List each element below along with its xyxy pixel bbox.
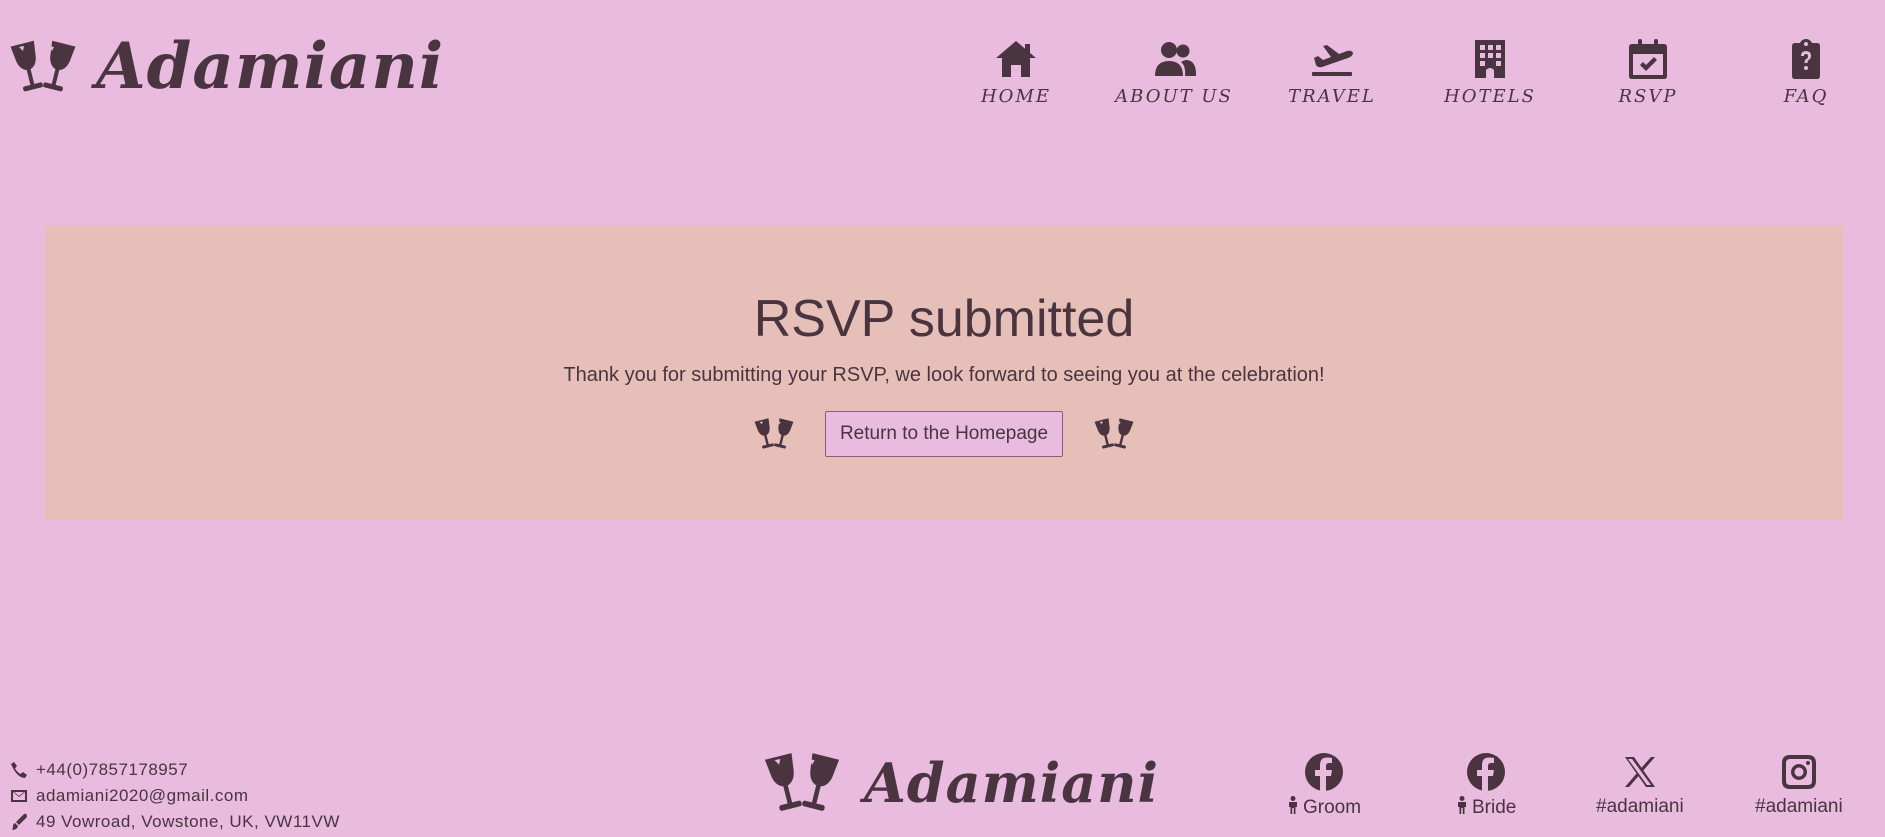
home-icon	[994, 38, 1038, 80]
nav-item-about-us[interactable]: ABOUT US	[1095, 38, 1253, 107]
social-label: Bride	[1472, 797, 1517, 818]
page-title: RSVP submitted	[753, 290, 1135, 348]
nav-label: ABOUT US	[1115, 86, 1233, 107]
clipboard-question-icon	[1784, 38, 1828, 80]
nav-label: RSVP	[1618, 86, 1678, 107]
facebook-icon	[1466, 752, 1506, 792]
contact-email: adamiani2020@gmail.com	[10, 783, 340, 809]
nav-item-travel[interactable]: TRAVEL	[1253, 38, 1411, 107]
bride-facebook-link[interactable]: Bride	[1456, 752, 1516, 820]
nav-label: HOME	[980, 86, 1052, 107]
nav-label: HOTELS	[1444, 86, 1536, 107]
phone-text[interactable]: +44(0)7857178957	[36, 760, 188, 780]
calendar-check-icon	[1626, 38, 1670, 80]
button-row: Return to the Homepage	[45, 411, 1843, 457]
champagne-glasses-icon	[8, 32, 78, 102]
instagram-link[interactable]: #adamiani	[1755, 752, 1843, 818]
confirmation-message: Thank you for submitting your RSVP, we l…	[563, 364, 1325, 386]
social-label: #adamiani	[1755, 796, 1843, 817]
champagne-glasses-icon	[1093, 414, 1135, 454]
nav-label: FAQ	[1783, 86, 1829, 107]
social-label: #adamiani	[1596, 796, 1684, 817]
nav-item-rsvp[interactable]: RSVP	[1569, 38, 1727, 107]
email-text[interactable]: adamiani2020@gmail.com	[36, 786, 249, 806]
brush-icon	[10, 813, 36, 831]
nav-item-hotels[interactable]: HOTELS	[1411, 38, 1569, 107]
person-icon	[1287, 796, 1303, 820]
main-nav: HOME ABOUT US TRAVEL HOTELS RSVP FAQ	[937, 38, 1885, 107]
return-home-button[interactable]: Return to the Homepage	[824, 411, 1064, 457]
x-link[interactable]: #adamiani	[1596, 752, 1684, 818]
address-text: 49 Vowroad, Vowstone, UK, VW11VW	[36, 812, 340, 831]
phone-icon	[10, 761, 36, 779]
contact-phone: +44(0)7857178957	[10, 757, 340, 783]
x-icon	[1620, 752, 1660, 792]
nav-item-home[interactable]: HOME	[937, 38, 1095, 107]
rsvp-confirmation-panel: RSVP submitted Thank you for submitting …	[45, 225, 1843, 520]
envelope-icon	[10, 787, 36, 805]
contact-info: +44(0)7857178957 adamiani2020@gmail.com …	[10, 757, 340, 835]
social-label: Groom	[1303, 797, 1362, 818]
person-icon	[1456, 796, 1472, 820]
site-logo[interactable]: Adamiani	[8, 32, 444, 102]
users-icon	[1152, 38, 1196, 80]
champagne-glasses-icon	[762, 748, 842, 818]
instagram-icon	[1779, 752, 1819, 792]
nav-item-faq[interactable]: FAQ	[1727, 38, 1885, 107]
nav-label: TRAVEL	[1288, 86, 1376, 107]
plane-icon	[1310, 38, 1354, 80]
groom-facebook-link[interactable]: Groom	[1287, 752, 1361, 820]
facebook-icon	[1304, 752, 1344, 792]
building-icon	[1468, 38, 1512, 80]
brand-name: Adamiani	[96, 29, 445, 104]
footer-brand-name: Adamiani	[864, 751, 1160, 815]
footer-logo[interactable]: Adamiani	[762, 748, 1159, 818]
contact-address: 49 Vowroad, Vowstone, UK, VW11VW	[10, 809, 340, 835]
champagne-glasses-icon	[753, 414, 795, 454]
